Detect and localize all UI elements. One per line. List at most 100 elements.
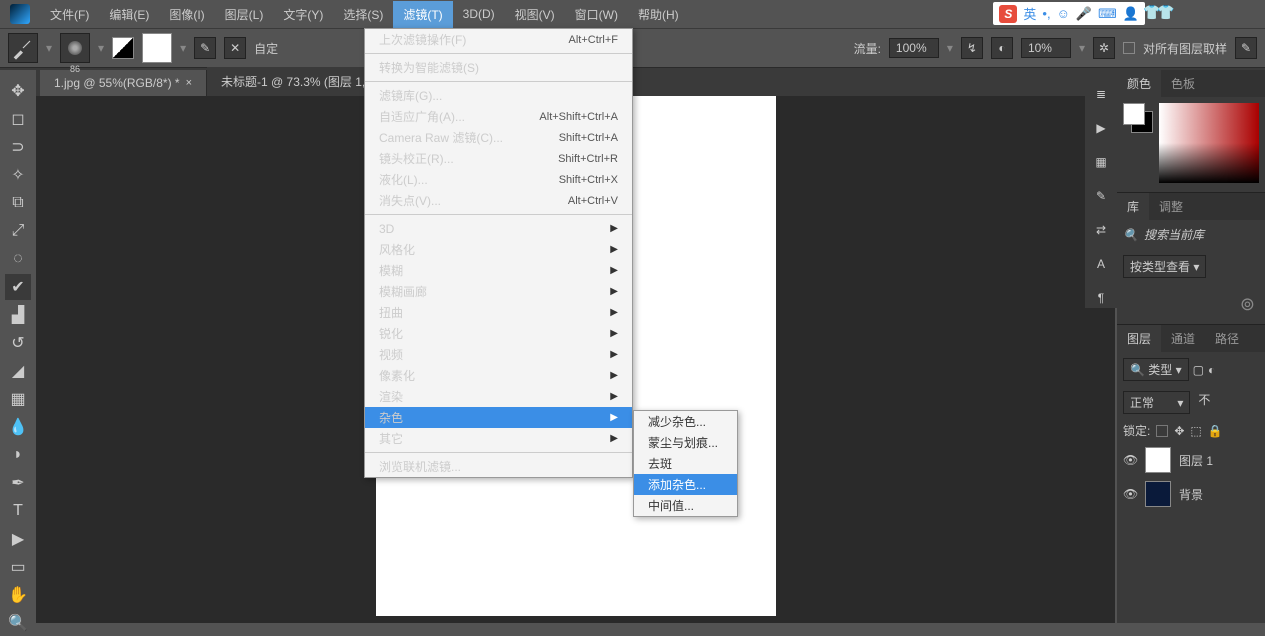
rectangle-tool-icon[interactable]: ▭ — [5, 554, 31, 580]
menu-type[interactable]: 文字(Y) — [273, 1, 333, 28]
tab-color[interactable]: 颜色 — [1117, 70, 1161, 97]
lock-all-icon[interactable]: 🔒 — [1208, 424, 1223, 438]
menu-select[interactable]: 选择(S) — [333, 1, 393, 28]
tab-adjustments[interactable]: 调整 — [1149, 193, 1193, 220]
layer-thumbnail[interactable] — [1145, 481, 1171, 507]
pressure-toggle[interactable]: ✕ — [224, 37, 246, 59]
eraser-tool-icon[interactable]: ◢ — [5, 358, 31, 384]
filter-adjustment-icon[interactable]: ◐ — [1208, 363, 1215, 377]
lock-artboard-icon[interactable]: ⬚ — [1190, 424, 1201, 438]
tab-channels[interactable]: 通道 — [1161, 325, 1205, 352]
blur-tool-icon[interactable]: 💧 — [5, 414, 31, 440]
ime-smiley-icon[interactable]: ☺ — [1057, 6, 1070, 21]
close-icon[interactable]: × — [186, 77, 192, 89]
brush-tool-icon[interactable]: ✔ — [5, 274, 31, 300]
lock-pixels-icon[interactable] — [1156, 425, 1168, 437]
settings-panel-icon[interactable]: ⇄ — [1091, 220, 1111, 240]
hand-tool-icon[interactable]: ✋ — [5, 582, 31, 608]
menu-item[interactable]: 镜头校正(R)...Shift+Ctrl+R — [365, 148, 632, 169]
lock-position-icon[interactable]: ✥ — [1174, 424, 1184, 438]
brushes-panel-icon[interactable]: ✎ — [1091, 186, 1111, 206]
menu-item[interactable]: 渲染▶ — [365, 386, 632, 407]
tab-swatches[interactable]: 色板 — [1161, 70, 1205, 97]
library-filter-dropdown[interactable]: 按类型查看 ▾ — [1123, 255, 1206, 278]
color-spectrum[interactable] — [1159, 103, 1259, 183]
menu-item[interactable]: 风格化▶ — [365, 239, 632, 260]
ime-mic-icon[interactable]: 🎤 — [1076, 6, 1092, 22]
tool-preset-picker[interactable] — [8, 33, 38, 63]
menu-3d[interactable]: 3D(D) — [453, 2, 505, 26]
menu-item[interactable]: 视频▶ — [365, 344, 632, 365]
filter-image-icon[interactable]: ▢ — [1193, 363, 1204, 377]
sample-all-checkbox[interactable] — [1123, 42, 1135, 54]
layer-thumbnail[interactable] — [1145, 447, 1171, 473]
properties-panel-icon[interactable]: ▦ — [1091, 152, 1111, 172]
actions-panel-icon[interactable]: ▶ — [1091, 118, 1111, 138]
document-tab[interactable]: 未标题-1 @ 73.3% (图层 1, — [207, 67, 380, 96]
menu-help[interactable]: 帮助(H) — [628, 1, 689, 28]
history-brush-tool-icon[interactable]: ↺ — [5, 330, 31, 356]
move-tool-icon[interactable]: ✥ — [5, 78, 31, 104]
paragraph-panel-icon[interactable]: ¶ — [1091, 288, 1111, 308]
history-panel-icon[interactable]: ≣ — [1091, 84, 1111, 104]
submenu-item[interactable]: 去斑 — [634, 453, 737, 474]
menu-item[interactable]: 其它▶ — [365, 428, 632, 449]
tab-paths[interactable]: 路径 — [1205, 325, 1249, 352]
tab-layers[interactable]: 图层 — [1117, 325, 1161, 352]
menu-edit[interactable]: 编辑(E) — [99, 1, 159, 28]
dodge-tool-icon[interactable]: ◗ — [5, 442, 31, 468]
opacity-input[interactable]: 10% — [1021, 38, 1071, 58]
menu-item[interactable]: 消失点(V)...Alt+Ctrl+V — [365, 190, 632, 211]
magic-wand-tool-icon[interactable]: ✧ — [5, 162, 31, 188]
visibility-icon[interactable]: 👁 — [1123, 453, 1137, 467]
layer-name[interactable]: 背景 — [1179, 486, 1203, 503]
lasso-tool-icon[interactable]: ⊃ — [5, 134, 31, 160]
gear-icon[interactable]: ✲ — [1093, 37, 1115, 59]
menu-item[interactable]: 自适应广角(A)...Alt+Shift+Ctrl+A — [365, 106, 632, 127]
menu-item[interactable]: Camera Raw 滤镜(C)...Shift+Ctrl+A — [365, 127, 632, 148]
fg-bg-colors[interactable] — [1123, 103, 1153, 133]
ime-lang[interactable]: 英 — [1023, 4, 1036, 23]
menu-item[interactable]: 模糊▶ — [365, 260, 632, 281]
airbrush-toggle[interactable]: ✎ — [194, 37, 216, 59]
menu-image[interactable]: 图像(I) — [159, 1, 214, 28]
layer-name[interactable]: 图层 1 — [1179, 452, 1213, 469]
flow-input[interactable]: 100% — [889, 38, 939, 58]
tab-libraries[interactable]: 库 — [1117, 193, 1149, 220]
patch-tool-icon[interactable]: ◌ — [5, 246, 31, 272]
menu-file[interactable]: 文件(F) — [40, 1, 99, 28]
menu-item[interactable]: 3D▶ — [365, 218, 632, 239]
menu-view[interactable]: 视图(V) — [505, 1, 565, 28]
type-tool-icon[interactable]: T — [5, 498, 31, 524]
submenu-item[interactable]: 添加杂色... — [634, 474, 737, 495]
ime-person-icon[interactable]: 👤 — [1123, 6, 1139, 22]
tablet-pressure-icon[interactable]: ✎ — [1235, 37, 1257, 59]
path-select-tool-icon[interactable]: ▶ — [5, 526, 31, 552]
ime-keyboard-icon[interactable]: ⌨ — [1098, 6, 1117, 22]
submenu-item[interactable]: 中间值... — [634, 495, 737, 516]
gradient-tool-icon[interactable]: ▦ — [5, 386, 31, 412]
menu-window[interactable]: 窗口(W) — [565, 1, 628, 28]
menu-filter[interactable]: 滤镜(T) — [393, 1, 452, 28]
menu-item[interactable]: 滤镜库(G)... — [365, 85, 632, 106]
airbrush-icon[interactable]: ↯ — [961, 37, 983, 59]
crop-tool-icon[interactable]: ⧉ — [5, 190, 31, 216]
stamp-tool-icon[interactable]: ▟ — [5, 302, 31, 328]
color-picker[interactable] — [1117, 97, 1265, 192]
character-panel-icon[interactable]: A — [1091, 254, 1111, 274]
visibility-icon[interactable]: 👁 — [1123, 487, 1137, 501]
eyedropper-tool-icon[interactable]: ⤢ — [5, 218, 31, 244]
layer-row[interactable]: 👁 背景 — [1117, 477, 1265, 511]
menu-item[interactable]: 上次滤镜操作(F)Alt+Ctrl+F — [365, 29, 632, 50]
menu-item[interactable]: 模糊画廊▶ — [365, 281, 632, 302]
mode-thumb-icon[interactable] — [112, 37, 134, 59]
ime-bar[interactable]: S 英 •, ☺ 🎤 ⌨ 👤 — [993, 2, 1145, 25]
menu-item[interactable]: 浏览联机滤镜... — [365, 456, 632, 477]
submenu-item[interactable]: 减少杂色... — [634, 411, 737, 432]
menu-item[interactable]: 转换为智能滤镜(S) — [365, 57, 632, 78]
menu-item[interactable]: 液化(L)...Shift+Ctrl+X — [365, 169, 632, 190]
library-search[interactable]: 🔍 搜索当前库 — [1117, 220, 1265, 249]
menu-item[interactable]: 像素化▶ — [365, 365, 632, 386]
document-tab[interactable]: 1.jpg @ 55%(RGB/8*) *× — [40, 70, 207, 96]
menu-layer[interactable]: 图层(L) — [215, 1, 274, 28]
